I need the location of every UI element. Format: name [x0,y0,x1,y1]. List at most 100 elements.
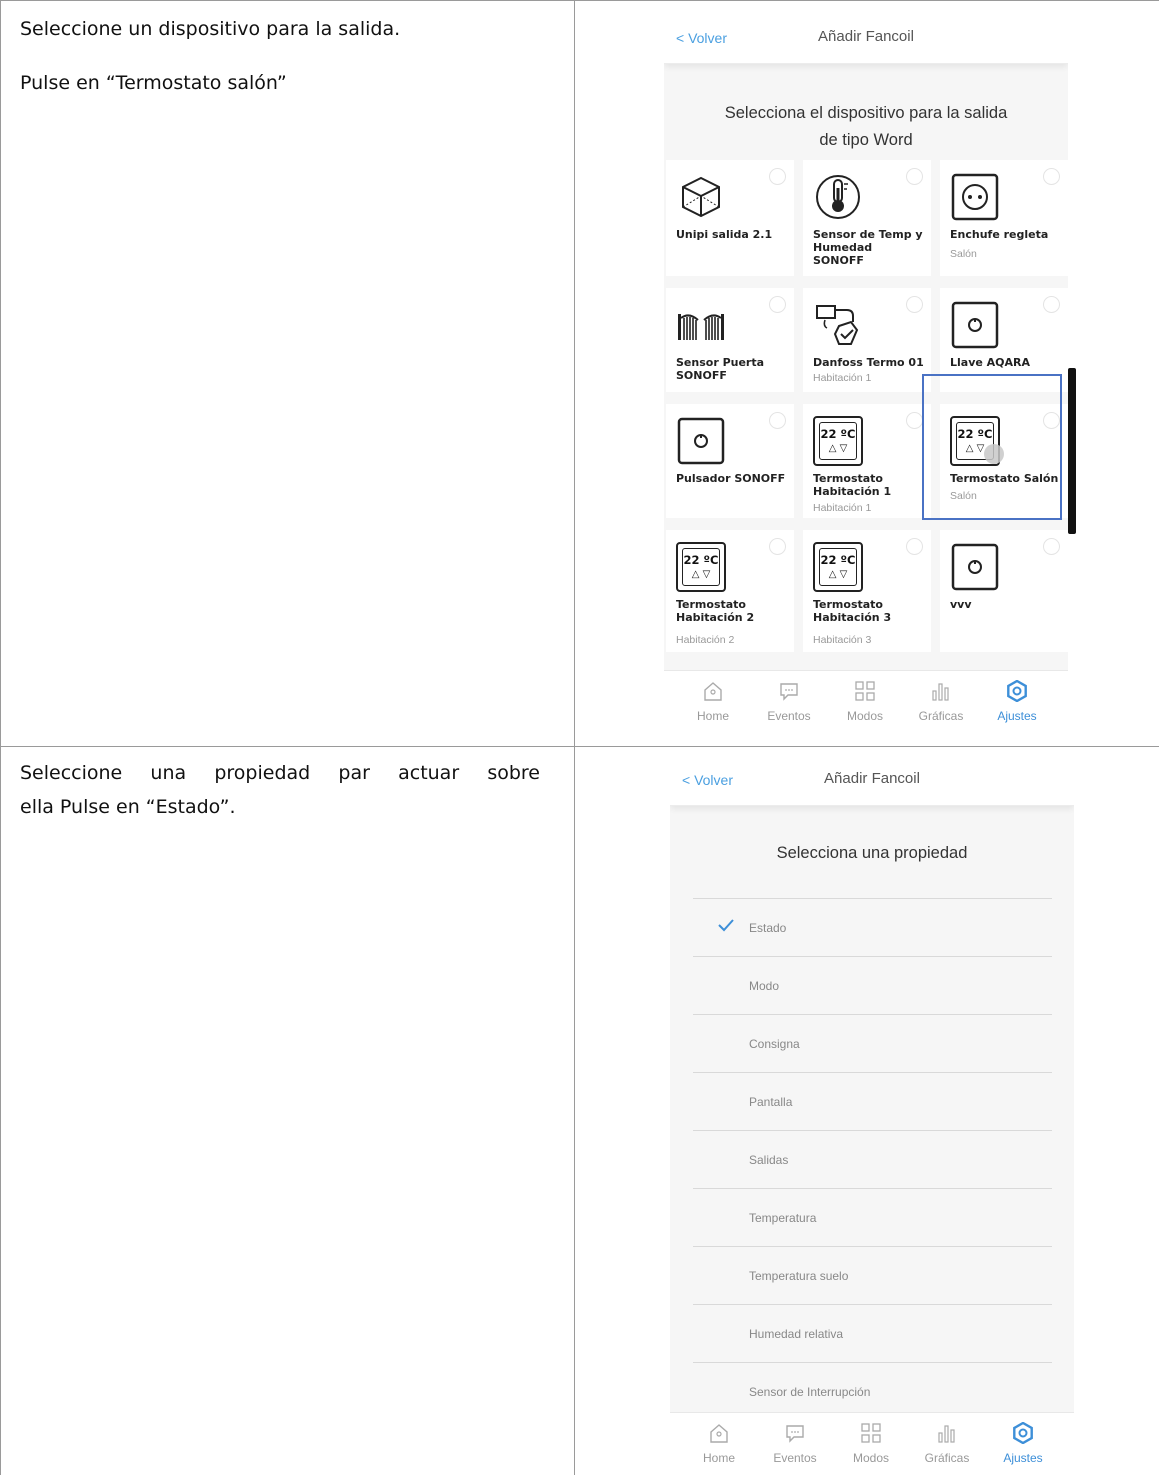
tab-label: Gráficas [924,1451,970,1465]
property-label: Estado [749,921,787,935]
app-header: < Volver Añadir Fancoil [670,750,1074,806]
selection-highlight [922,374,1062,520]
tab-bar: Home Eventos Modos Gráficas Ajustes [664,670,1068,730]
radio-button[interactable] [906,168,923,185]
tab-home[interactable]: Home [681,1413,757,1470]
tab-eventos[interactable]: Eventos [751,671,827,730]
device-tile[interactable]: 22 ºC △ ▽ Termostato Habitación 1 Habita… [803,404,931,518]
device-name: Sensor Puerta SONOFF [676,356,765,382]
grid-icon [854,680,876,702]
device-tile[interactable]: Danfoss Termo 01 Habitación 1 [803,288,931,392]
device-name: Llave AQARA [950,356,1031,369]
chat-icon [778,680,800,702]
screen-heading-line2: de tipo Word [819,131,913,149]
device-tile[interactable]: vvv [940,530,1068,652]
tab-bar: Home Eventos Modos Gráficas Ajustes [670,1412,1074,1470]
up-down-arrows-icon: △ ▽ [828,569,848,580]
property-label: Temperatura [749,1211,817,1225]
bar-chart-icon [936,1422,958,1444]
list-item-temperatura-suelo[interactable]: Temperatura suelo [693,1246,1052,1304]
chat-icon [784,1422,806,1444]
property-label: Salidas [749,1153,789,1167]
device-room: Salón [950,248,977,260]
tab-label: Modos [852,1451,890,1465]
home-icon [702,680,724,702]
gate-icon [676,300,726,350]
scroll-bar [1068,368,1076,534]
list-item-pantalla[interactable]: Pantalla [693,1072,1052,1130]
step2-instruction-line2: ella Pulse en “Estado”. [20,796,236,818]
thermostat-icon: 22 ºC △ ▽ [813,416,863,466]
device-tile[interactable]: Sensor de Temp y Humedad SONOFF [803,160,931,276]
tab-graficas[interactable]: Gráficas [903,671,979,730]
table-column-divider [574,0,575,1475]
tab-modos[interactable]: Modos [827,671,903,730]
tab-modos[interactable]: Modos [833,1413,909,1470]
device-name: Pulsador SONOFF [676,472,786,485]
list-item-humedad-relativa[interactable]: Humedad relativa [693,1304,1052,1362]
step1-instruction-line1: Seleccione un dispositivo para la salida… [20,18,401,40]
checkmark-icon [717,916,735,934]
tab-label: Home [696,709,729,723]
list-item-modo[interactable]: Modo [693,956,1052,1014]
device-name: Termostato Habitación 1 [813,472,892,498]
radio-button[interactable] [769,412,786,429]
tab-label: Home [702,1451,735,1465]
switch-icon [950,542,1000,592]
cube-icon [676,172,726,222]
device-name: Termostato Habitación 3 [813,598,892,624]
property-list: Estado Modo Consigna Pantalla Salidas Te… [693,898,1052,1420]
thermometer-icon [813,172,863,222]
grid-icon [860,1422,882,1444]
radio-button[interactable] [906,412,923,429]
device-tile[interactable]: Enchufe regleta Salón [940,160,1068,276]
gear-icon [1012,1421,1034,1445]
thermostat-icon: 22 ºC △ ▽ [813,542,863,592]
tab-home[interactable]: Home [675,671,751,730]
header-title: Añadir Fancoil [818,28,914,45]
step2-instruction-line1: Seleccione una propiedad par actuar sobr… [20,762,540,784]
radio-button[interactable] [906,538,923,555]
list-item-estado[interactable]: Estado [693,898,1052,956]
table-border-top [0,0,1159,1]
tab-label: Modos [846,709,884,723]
radio-button[interactable] [1043,538,1060,555]
device-tile[interactable]: Sensor Puerta SONOFF [666,288,794,392]
device-name: Danfoss Termo 01 [813,356,924,369]
table-row-divider [0,746,1159,747]
device-tile[interactable]: Unipi salida 2.1 [666,160,794,276]
device-tile[interactable]: Pulsador SONOFF [666,404,794,518]
device-room: Habitación 1 [813,372,872,384]
device-room: Habitación 3 [813,634,872,646]
radio-button[interactable] [769,296,786,313]
thermostat-temp: 22 ºC [820,553,856,567]
radio-button[interactable] [1043,168,1060,185]
socket-icon [950,172,1000,222]
radio-button[interactable] [769,538,786,555]
device-name: Termostato Habitación 2 [676,598,755,624]
radio-button[interactable] [906,296,923,313]
list-item-temperatura[interactable]: Temperatura [693,1188,1052,1246]
switch-icon [676,416,726,466]
property-selection-screen: < Volver Añadir Fancoil Selecciona una p… [670,750,1074,1470]
property-label: Pantalla [749,1095,793,1109]
tab-graficas[interactable]: Gráficas [909,1413,985,1470]
tab-eventos[interactable]: Eventos [757,1413,833,1470]
list-item-salidas[interactable]: Salidas [693,1130,1052,1188]
tab-ajustes[interactable]: Ajustes [979,671,1055,730]
screen-heading-line1: Selecciona el dispositivo para la salida [724,104,1008,122]
radio-button[interactable] [1043,296,1060,313]
device-tile[interactable]: 22 ºC △ ▽ Termostato Habitación 3 Habita… [803,530,931,652]
device-tile[interactable]: 22 ºC △ ▽ Termostato Habitación 2 Habita… [666,530,794,652]
header-title: Añadir Fancoil [824,770,920,787]
thermostat-temp: 22 ºC [820,427,856,441]
step1-instruction-line2: Pulse en “Termostato salón” [20,72,287,94]
bar-chart-icon [930,680,952,702]
tab-ajustes[interactable]: Ajustes [985,1413,1061,1470]
list-item-consigna[interactable]: Consigna [693,1014,1052,1072]
radio-button[interactable] [769,168,786,185]
gear-icon [1006,679,1028,703]
tab-label: Ajustes [1003,1451,1043,1465]
tab-label: Gráficas [918,709,964,723]
thermostat-icon: 22 ºC △ ▽ [676,542,726,592]
